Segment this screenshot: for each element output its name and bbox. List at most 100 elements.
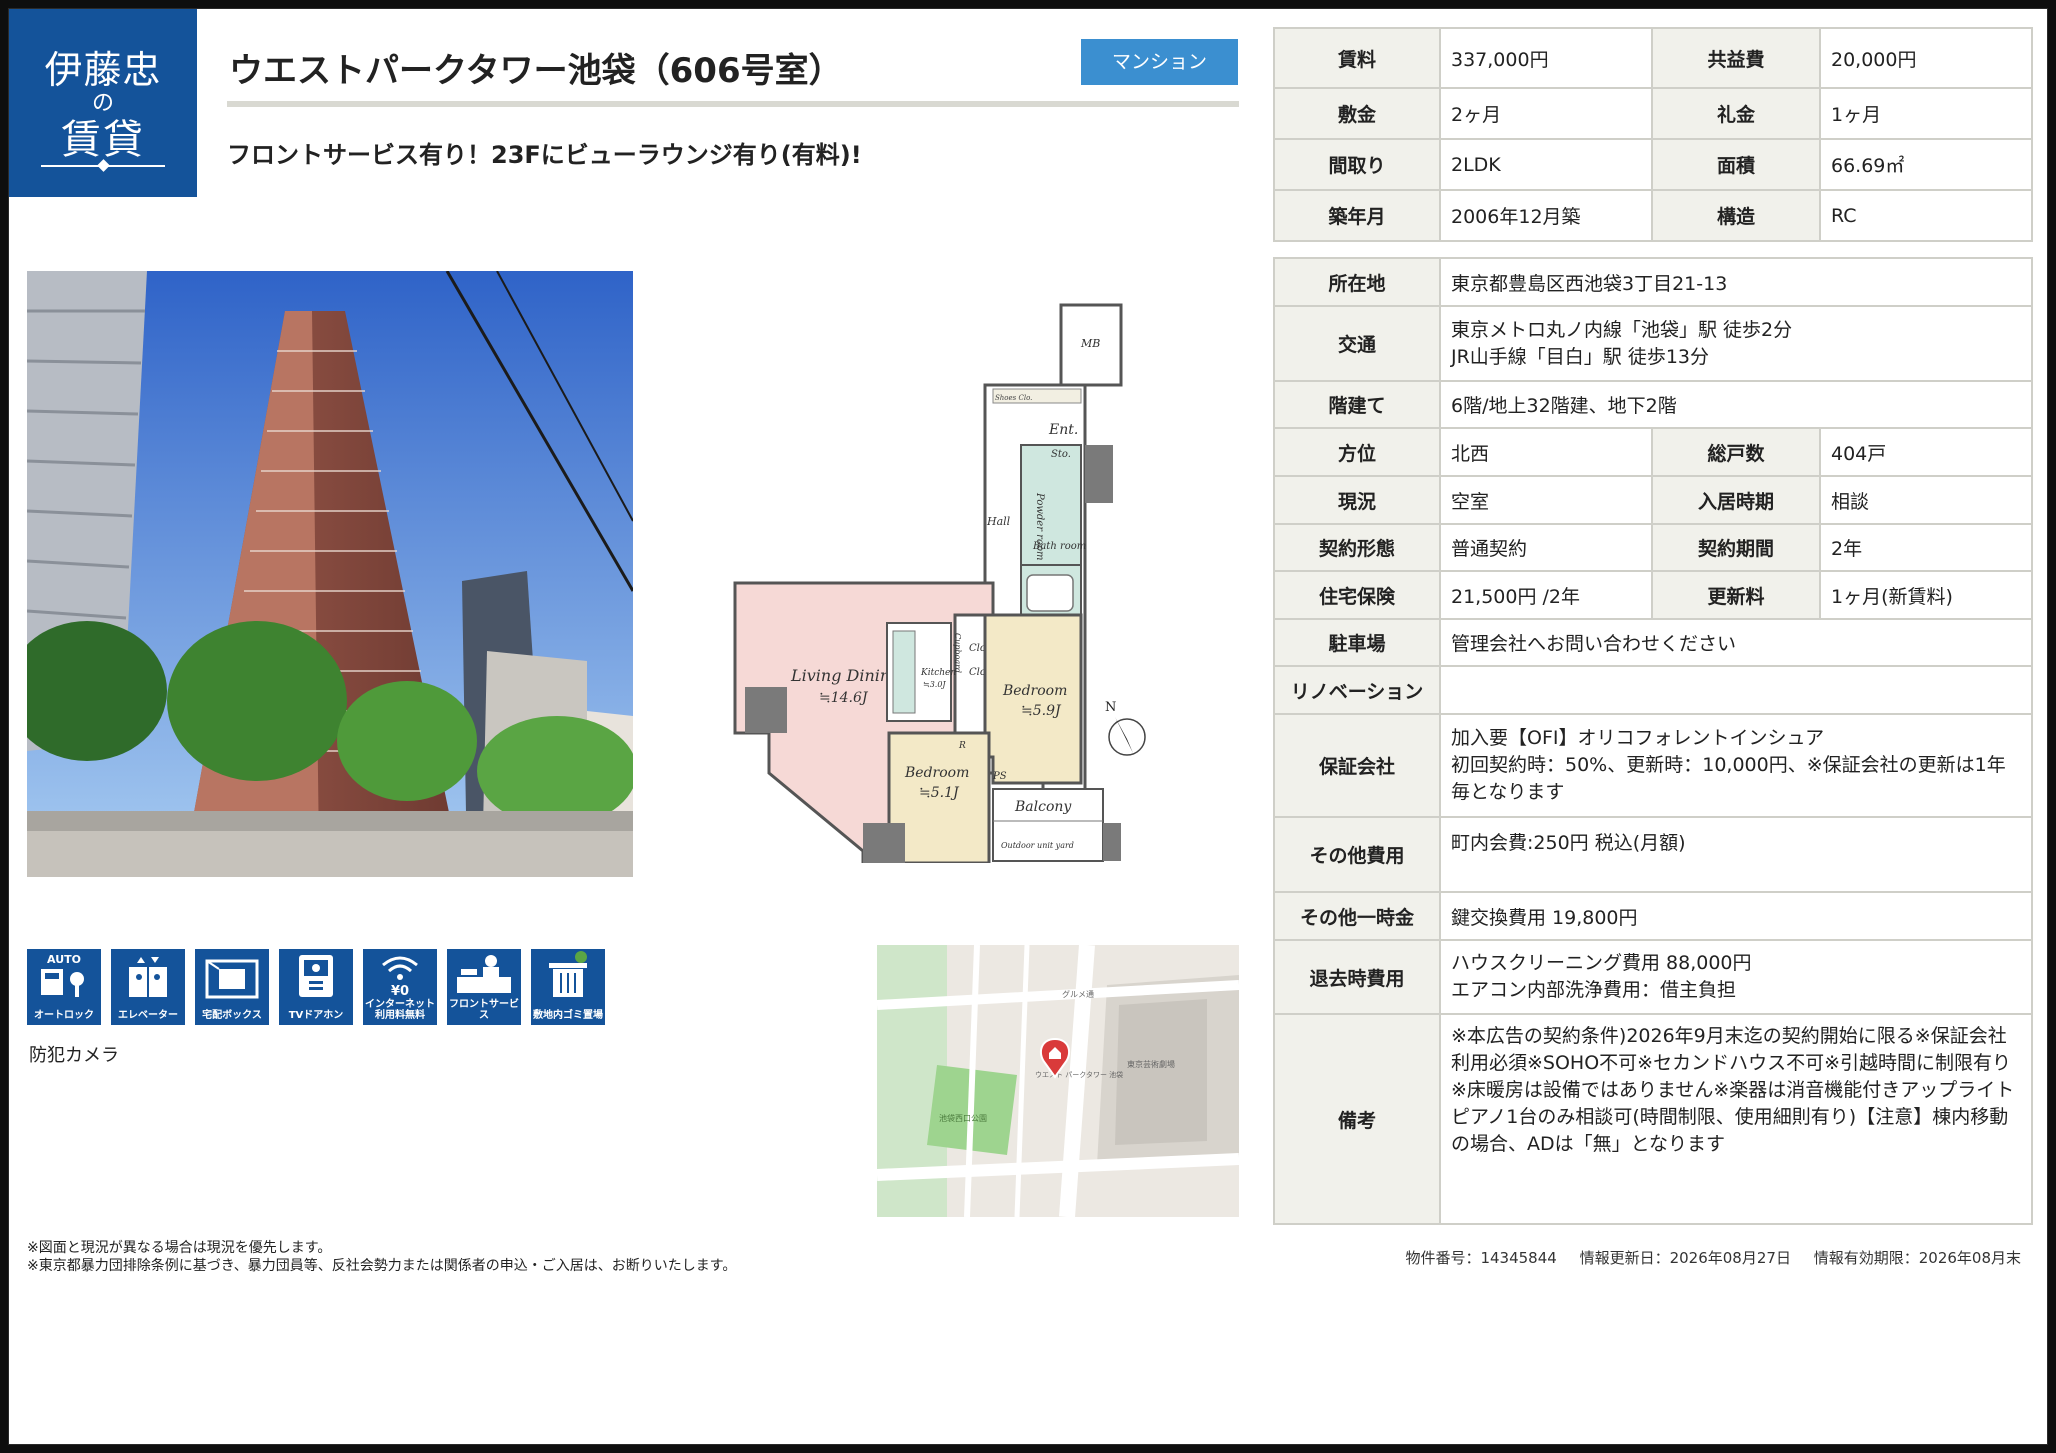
property-catchcopy: フロントサービス有り！23Fにビューラウンジ有り(有料)! [227, 141, 862, 169]
label-kitchen-size: ≒3.0J [923, 680, 946, 689]
map-label-gourmet: グルメ通 [1062, 989, 1094, 999]
label-cupboard: Cupboard [953, 633, 962, 673]
moveout-line-2: エアコン内部洗浄費用：借主負担 [1451, 979, 1737, 1001]
delivery-box-icon: 宅配ボックス [195, 949, 269, 1025]
label-onetime: その他一時金 [1273, 891, 1441, 941]
row-built: 築年月 2006年12月築 構造 RC [1273, 189, 2033, 242]
elevator-icon: エレベーター [111, 949, 185, 1025]
moveout-line-1: ハウスクリーニング費用 88,000円 [1451, 952, 1752, 974]
row-moveout: 退去時費用 ハウスクリーニング費用 88,000円 エアコン内部洗浄費用：借主負… [1273, 939, 2033, 1015]
label-access: 交通 [1273, 305, 1441, 382]
map-label-tower: ウエスト パークタワー 池袋 [1035, 1070, 1123, 1079]
amenity-label-tvdoor: TVドアホン [288, 1010, 344, 1021]
label-contract: 契約形態 [1273, 523, 1441, 572]
garbage-icon: 敷地内ゴミ置場 [531, 949, 605, 1025]
value-status: 空室 [1439, 475, 1653, 525]
value-onetime: 鍵交換費用 19,800円 [1439, 891, 2033, 941]
floor-plan: MB Shoes Clo. Ent. WC Sto. Powder room H… [731, 303, 1151, 869]
label-structure: 構造 [1651, 189, 1821, 242]
value-parking: 管理会社へお問い合わせください [1439, 618, 2033, 667]
label-other-fees: その他費用 [1273, 816, 1441, 893]
value-key-money: 1ヶ月 [1819, 87, 2033, 140]
row-parking: 駐車場 管理会社へお問い合わせください [1273, 618, 2033, 667]
label-deposit: 敷金 [1273, 87, 1441, 140]
value-insurance: 21,500円 /2年 [1439, 570, 1653, 620]
title-underline [227, 101, 1239, 107]
label-insurance: 住宅保険 [1273, 570, 1441, 620]
value-structure: RC [1819, 189, 2033, 242]
value-layout: 2LDK [1439, 138, 1653, 191]
amenity-icons: AUTO オートロック エレベーター 宅配ボックス TVドアホン ¥0 インター… [27, 949, 605, 1027]
value-movein: 相談 [1819, 475, 2033, 525]
label-period: 契約期間 [1651, 523, 1821, 572]
value-built: 2006年12月築 [1439, 189, 1653, 242]
label-kitchen: Kitchen [920, 668, 956, 678]
label-direction: 方位 [1273, 427, 1441, 477]
details-table: 所在地 東京都豊島区西池袋3丁目21-13 交通 東京メトロ丸ノ内線「池袋」駅 … [1273, 257, 2033, 1225]
label-bed2-size: ≒5.1J [919, 785, 960, 801]
label-living-size: ≒14.6J [819, 690, 869, 706]
label-built: 築年月 [1273, 189, 1441, 242]
property-flyer: 伊藤忠 の 賃貸 ウエストパークタワー池袋（606号室） マンション フロントサ… [8, 8, 2048, 1445]
label-rent: 賃料 [1273, 27, 1441, 89]
row-status: 現況 空室 入居時期 相談 [1273, 475, 2033, 525]
access-line-1: 東京メトロ丸ノ内線「池袋」駅 徒歩2分 [1451, 318, 1793, 341]
row-floors: 階建て 6階/地上32階建、地下2階 [1273, 380, 2033, 429]
logo-text-3: 賃貸 [61, 117, 145, 163]
amenity-label-front: フロントサービス [449, 999, 519, 1021]
label-fee: 共益費 [1651, 27, 1821, 89]
amenity-label-internet: インターネット 利用料無料 [365, 999, 435, 1021]
building-photo [27, 271, 633, 877]
row-direction: 方位 北西 総戸数 404戸 [1273, 427, 2033, 477]
label-floors: 階建て [1273, 380, 1441, 429]
value-renewal: 1ヶ月(新賃料) [1819, 570, 2033, 620]
label-hall: Hall [986, 515, 1011, 528]
update-date: 情報更新日：2026年08月27日 [1579, 1249, 1791, 1267]
row-deposit: 敷金 2ヶ月 礼金 1ヶ月 [1273, 87, 2033, 140]
disclaimer-notes: ※図面と現況が異なる場合は現況を優先します。 ※東京都暴力団排除条例に基づき、暴… [27, 1239, 736, 1275]
value-area: 66.69㎡ [1819, 138, 2033, 191]
autolock-top-text: AUTO [47, 953, 81, 966]
label-renewal: 更新料 [1651, 570, 1821, 620]
amenity-label-elevator: エレベーター [118, 1010, 178, 1021]
value-units: 404戸 [1819, 427, 2033, 477]
guarantor-line-2: 初回契約時：50%、更新時：10,000円、※保証会社の更新は1年毎となります [1451, 754, 2006, 803]
guarantor-line-1: 加入要【OFI】オリコフォレントインシュア [1451, 727, 1825, 749]
label-guarantor: 保証会社 [1273, 713, 1441, 818]
label-bedroom-1: Bedroom [1002, 683, 1067, 699]
value-contract: 普通契約 [1439, 523, 1653, 572]
label-movein: 入居時期 [1651, 475, 1821, 525]
row-contract: 契約形態 普通契約 契約期間 2年 [1273, 523, 2033, 572]
label-layout: 間取り [1273, 138, 1441, 191]
row-layout: 間取り 2LDK 面積 66.69㎡ [1273, 138, 2033, 191]
label-bed1-size: ≒5.9J [1021, 703, 1062, 719]
label-key-money: 礼金 [1651, 87, 1821, 140]
label-remarks: 備考 [1273, 1013, 1441, 1225]
label-outdoor: Outdoor unit yard [1001, 841, 1074, 850]
property-type-badge: マンション [1081, 39, 1238, 85]
row-other-fees: その他費用 町内会費:250円 税込(月額) [1273, 816, 2033, 893]
front-service-icon: フロントサービス [447, 949, 521, 1025]
autolock-icon: AUTO オートロック [27, 949, 101, 1025]
label-ps: PS [992, 771, 1007, 782]
internet-icon: ¥0 インターネット 利用料無料 [363, 949, 437, 1025]
tv-doorphone-icon: TVドアホン [279, 949, 353, 1025]
label-balcony: Balcony [1014, 799, 1072, 815]
row-remarks: 備考 ※本広告の契約条件)2026年9月末迄の契約開始に限る※保証会社利用必須※… [1273, 1013, 2033, 1225]
label-address: 所在地 [1273, 257, 1441, 307]
row-access: 交通 東京メトロ丸ノ内線「池袋」駅 徒歩2分 JR山手線「目白」駅 徒歩13分 [1273, 305, 2033, 382]
property-number: 物件番号：14345844 [1405, 1249, 1557, 1267]
value-remarks: ※本広告の契約条件)2026年9月末迄の契約開始に限る※保証会社利用必須※SOH… [1439, 1013, 2033, 1225]
label-sto: Sto. [1051, 449, 1071, 460]
label-bedroom-2: Bedroom [904, 765, 969, 781]
map-label-park: 池袋西口公園 [939, 1113, 987, 1123]
value-moveout: ハウスクリーニング費用 88,000円 エアコン内部洗浄費用：借主負担 [1439, 939, 2033, 1015]
value-deposit: 2ヶ月 [1439, 87, 1653, 140]
label-units: 総戸数 [1651, 427, 1821, 477]
north-indicator: N [1105, 700, 1116, 715]
label-r: R [958, 741, 966, 751]
label-renovation: リノベーション [1273, 665, 1441, 715]
row-renovation: リノベーション [1273, 665, 2033, 715]
label-area: 面積 [1651, 138, 1821, 191]
note-2: ※東京都暴力団排除条例に基づき、暴力団員等、反社会勢力または関係者の申込・ご入居… [27, 1258, 737, 1274]
